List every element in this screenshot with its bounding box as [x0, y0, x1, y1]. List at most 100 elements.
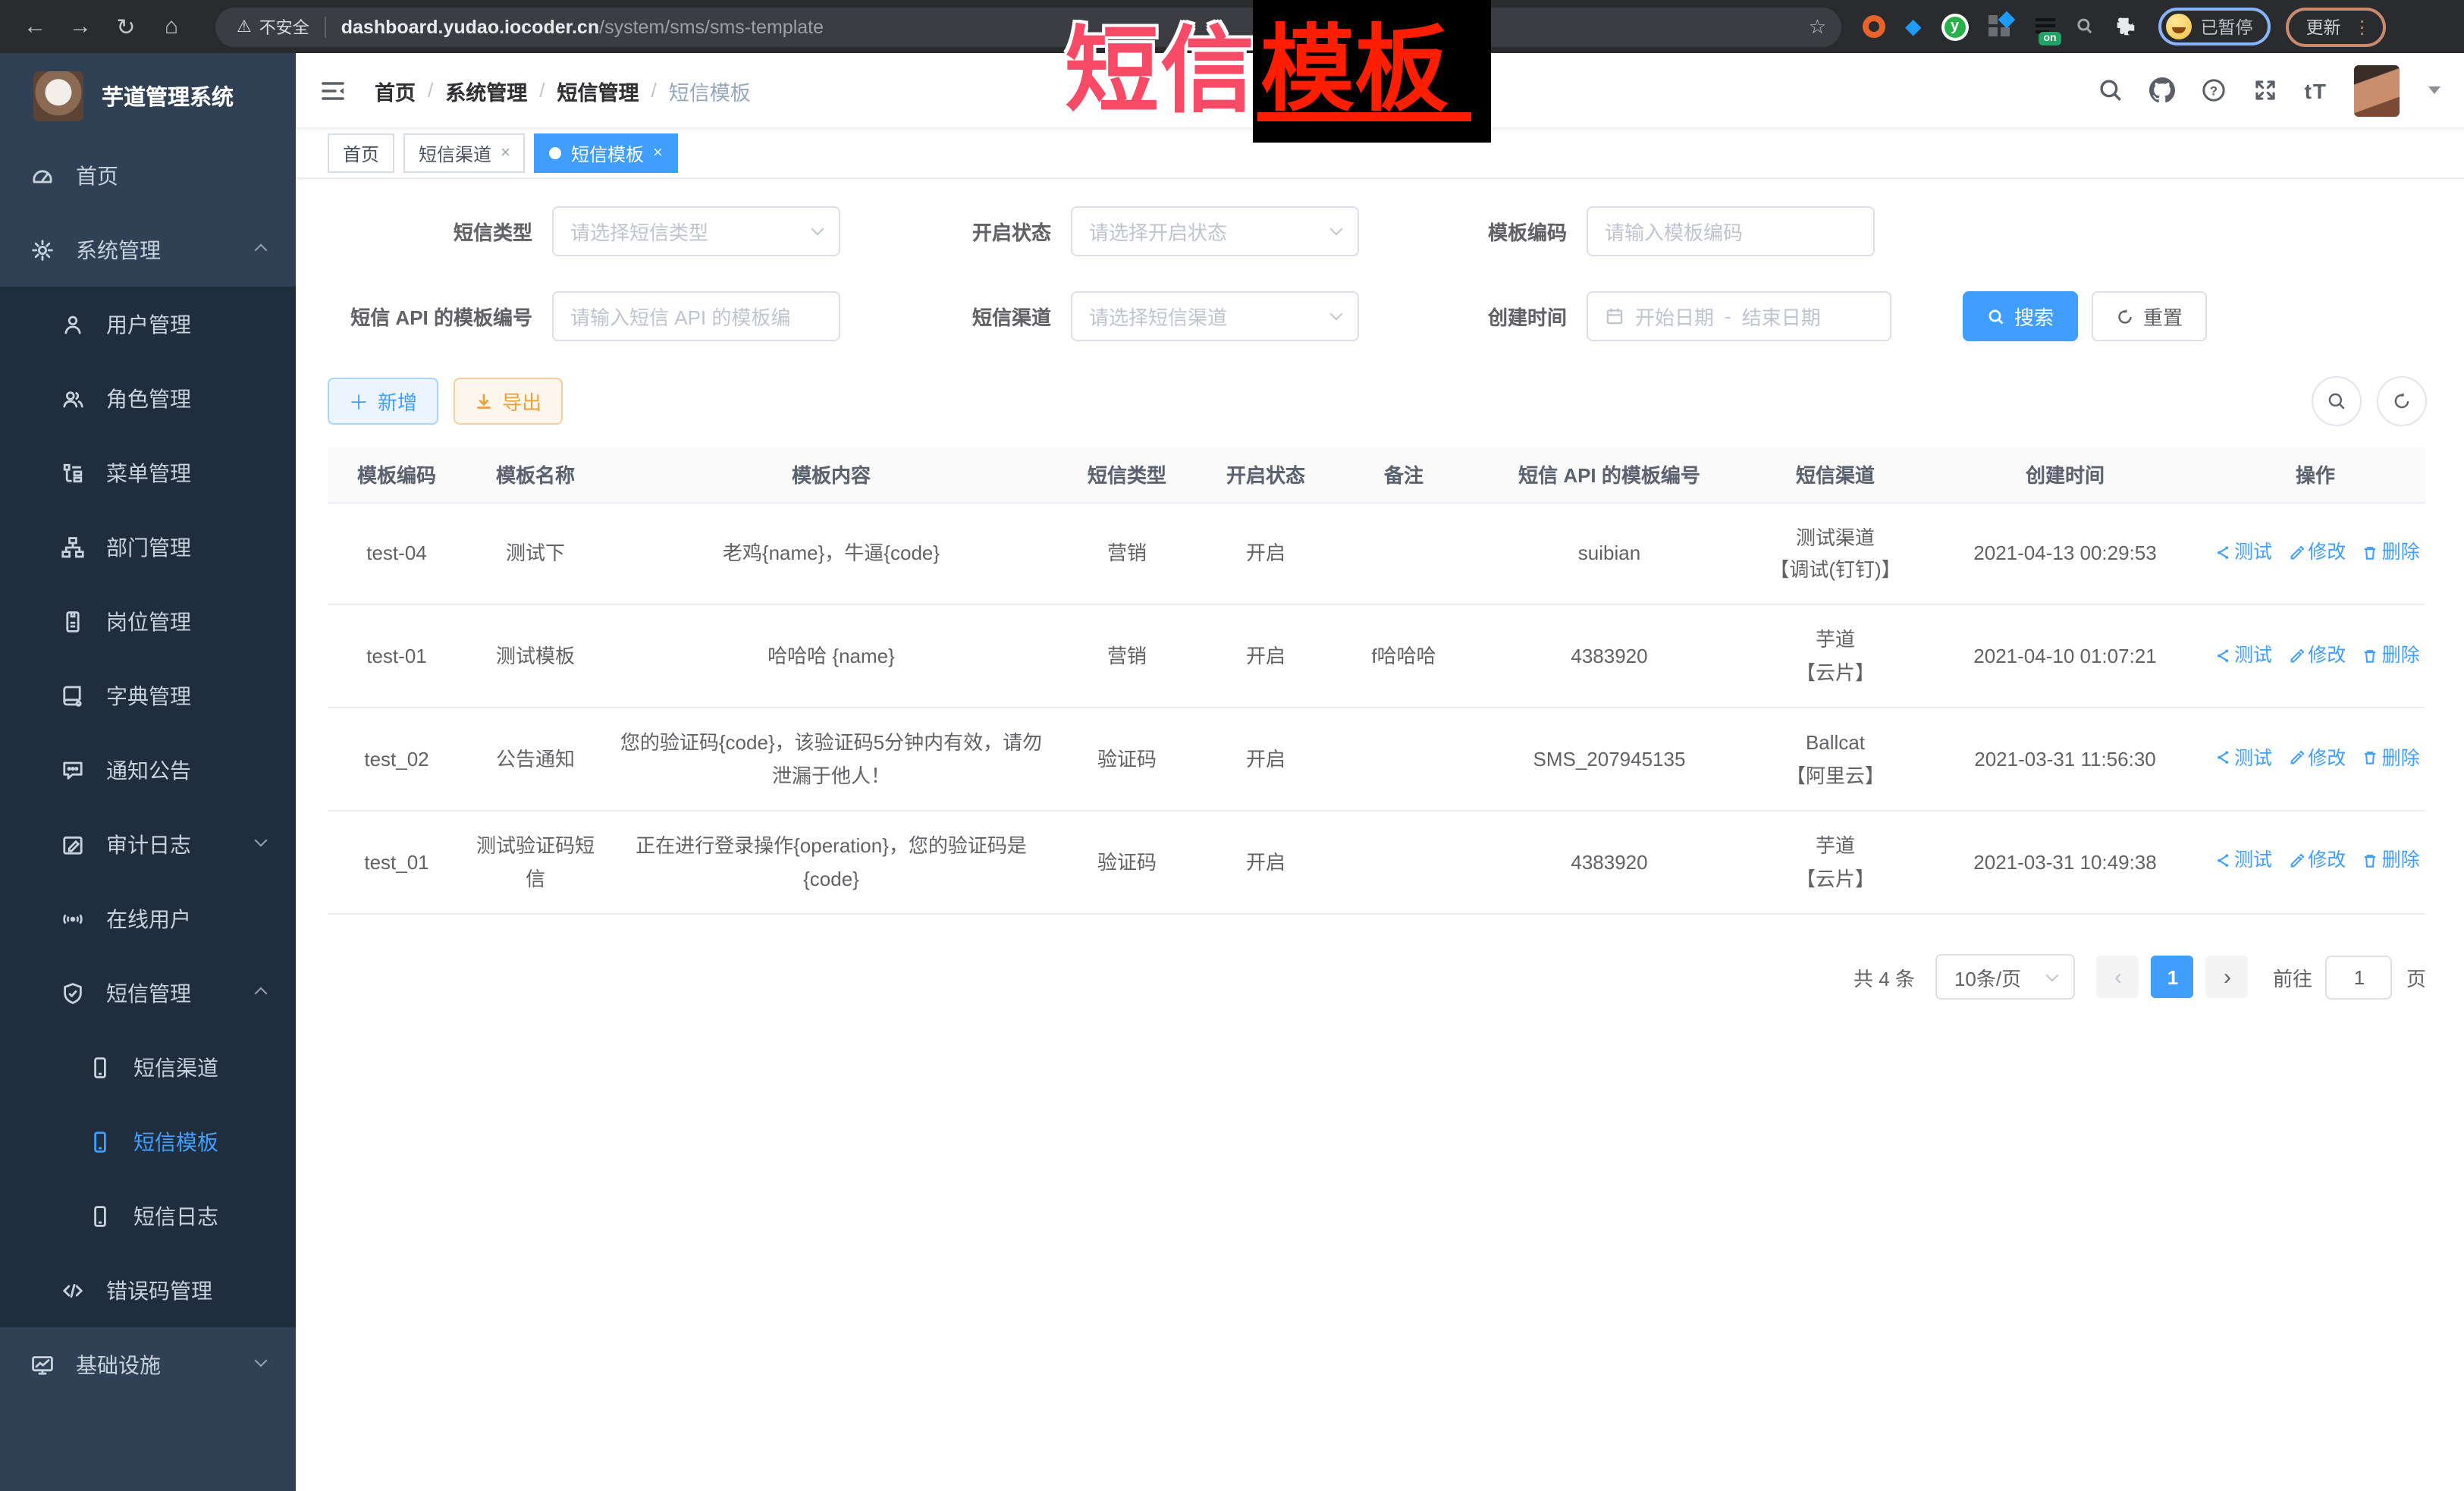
refresh-table-button[interactable] — [2376, 376, 2426, 426]
sidebar-item-notices[interactable]: 通知公告 — [0, 733, 296, 807]
extension-gem-icon[interactable]: ◆ — [1905, 14, 1922, 39]
add-button[interactable]: ＋ 新增 — [328, 378, 438, 425]
browser-back-icon[interactable]: ← — [12, 14, 58, 39]
test-link[interactable]: 测试 — [2214, 639, 2272, 670]
address-bar[interactable]: ⚠ 不安全 dashboard.yudao.iocoder.cn/system/… — [215, 7, 1841, 46]
avatar-caret-icon[interactable] — [2428, 86, 2440, 94]
browser-update-chip[interactable]: 更新 ⋮ — [2287, 7, 2387, 46]
tag-sms-template[interactable]: 短信模板 × — [535, 133, 678, 173]
sidebar-item-error-codes[interactable]: 错误码管理 — [0, 1253, 296, 1327]
sidebar-collapse-icon[interactable] — [320, 78, 347, 102]
extension-ring-icon[interactable] — [1863, 15, 1885, 38]
goto-page-input[interactable]: 1 — [2326, 955, 2393, 999]
edit-link[interactable]: 修改 — [2288, 639, 2346, 670]
sidebar-item-departments[interactable]: 部门管理 — [0, 510, 296, 584]
github-icon[interactable] — [2150, 77, 2176, 103]
close-icon[interactable]: × — [501, 144, 510, 162]
sidebar-item-sms-log[interactable]: 短信日志 — [0, 1179, 296, 1253]
search-button[interactable]: 搜索 — [1963, 291, 2078, 341]
sidebar-item-label: 基础设施 — [76, 1349, 161, 1380]
sidebar-item-home[interactable]: 首页 — [0, 138, 296, 212]
browser-home-icon[interactable]: ⌂ — [149, 14, 194, 39]
page-size-select[interactable]: 10条/页 — [1936, 954, 2076, 1000]
table-row: test_02 公告通知 您的验证码{code}，该验证码5分钟内有效，请勿泄漏… — [328, 708, 2425, 811]
breadcrumb-item[interactable]: 系统管理 — [445, 75, 527, 105]
sidebar-item-label: 字典管理 — [106, 680, 191, 711]
breadcrumb-item[interactable]: 首页 — [375, 75, 416, 105]
sidebar-item-dictionary[interactable]: 字典管理 — [0, 658, 296, 733]
cell-content: 您的验证码{code}，该验证码5分钟内有效，请勿泄漏于他人！ — [605, 708, 1057, 811]
extensions-puzzle-icon[interactable] — [2114, 15, 2137, 38]
tag-home[interactable]: 首页 — [328, 133, 394, 173]
sidebar-item-sms-channel[interactable]: 短信渠道 — [0, 1030, 296, 1104]
browser-forward-icon[interactable]: → — [58, 14, 103, 39]
browser-profile-chip[interactable]: 已暂停 — [2158, 8, 2271, 46]
fullscreen-icon[interactable] — [2253, 77, 2279, 103]
delete-link[interactable]: 删除 — [2362, 639, 2420, 670]
channel-select[interactable]: 请选择短信渠道 — [1071, 291, 1359, 341]
security-label: 不安全 — [259, 14, 309, 39]
sidebar-logo[interactable]: 芋道管理系统 — [0, 53, 296, 138]
col-header: 模板编码 — [328, 447, 466, 502]
date-range-picker[interactable]: 开始日期 - 结束日期 — [1587, 291, 1891, 341]
tag-sms-channel[interactable]: 短信渠道 × — [403, 133, 526, 173]
extension-blocks-icon[interactable] — [1988, 15, 2011, 38]
filter-label-template-code: 模板编码 — [1359, 217, 1587, 246]
reset-button[interactable]: 重置 — [2092, 291, 2207, 341]
sidebar-item-menus[interactable]: 菜单管理 — [0, 435, 296, 510]
sidebar-item-posts[interactable]: 岗位管理 — [0, 584, 296, 658]
delete-link[interactable]: 删除 — [2362, 537, 2420, 568]
sidebar-item-sms-template[interactable]: 短信模板 — [0, 1104, 296, 1179]
bookmark-star-icon[interactable]: ☆ — [1809, 14, 1826, 39]
edit-link[interactable]: 修改 — [2288, 846, 2346, 877]
browser-reload-icon[interactable]: ↻ — [103, 13, 149, 40]
filter-label-channel: 短信渠道 — [840, 302, 1071, 331]
template-code-input[interactable]: 请输入模板编码 — [1587, 206, 1875, 256]
col-header: 备注 — [1335, 447, 1473, 502]
cell-api-id: 4383920 — [1473, 605, 1746, 708]
cell-created: 2021-03-31 11:56:30 — [1925, 708, 2205, 811]
sidebar-item-infrastructure[interactable]: 基础设施 — [0, 1327, 296, 1402]
delete-link[interactable]: 删除 — [2362, 846, 2420, 877]
current-page-button[interactable]: 1 — [2152, 956, 2194, 998]
user-avatar[interactable] — [2353, 64, 2399, 116]
toggle-search-button[interactable] — [2311, 376, 2361, 426]
close-icon[interactable]: × — [653, 144, 663, 162]
edit-label: 修改 — [2308, 846, 2346, 877]
sidebar-item-online-users[interactable]: 在线用户 — [0, 881, 296, 956]
cell-api-id: SMS_207945135 — [1473, 708, 1746, 811]
extension-list-icon[interactable]: on — [2031, 16, 2055, 37]
pagination: 共 4 条 10条/页 ‹ 1 › 前往 1 页 — [328, 915, 2464, 1000]
extension-y-icon[interactable]: y — [1941, 13, 1969, 40]
breadcrumb-item[interactable]: 短信管理 — [557, 75, 639, 105]
extension-magnifier-icon[interactable] — [2075, 17, 2095, 36]
test-link[interactable]: 测试 — [2214, 846, 2272, 877]
test-link[interactable]: 测试 — [2214, 537, 2272, 568]
help-icon[interactable]: ? — [2202, 77, 2227, 103]
api-template-id-input[interactable]: 请输入短信 API 的模板编 — [552, 291, 840, 341]
sidebar-item-system[interactable]: 系统管理 — [0, 212, 296, 287]
edit-link[interactable]: 修改 — [2288, 742, 2346, 774]
cell-api-id: 4383920 — [1473, 811, 1746, 914]
sidebar-item-users[interactable]: 用户管理 — [0, 287, 296, 361]
test-link[interactable]: 测试 — [2214, 742, 2272, 774]
delete-label: 删除 — [2382, 846, 2420, 877]
status-select[interactable]: 请选择开启状态 — [1071, 206, 1359, 256]
font-size-icon[interactable]: tT — [2305, 78, 2327, 102]
sidebar-item-audit-log[interactable]: 审计日志 — [0, 807, 296, 881]
sidebar-item-roles[interactable]: 角色管理 — [0, 361, 296, 435]
search-icon[interactable] — [2098, 77, 2124, 103]
page-content: 短信类型 请选择短信类型 开启状态 请选择开启状态 模板编码 请输入模板编码 — [296, 179, 2464, 1000]
share-icon — [2214, 647, 2231, 664]
edit-link[interactable]: 修改 — [2288, 537, 2346, 568]
security-status[interactable]: ⚠ 不安全 — [237, 14, 309, 39]
delete-link[interactable]: 删除 — [2362, 742, 2420, 774]
export-button[interactable]: 导出 — [454, 378, 563, 425]
table-row: test-01 测试模板 哈哈哈 {name} 营销 开启 f哈哈哈 43839… — [328, 605, 2425, 708]
channel-code: 【云片】 — [1755, 862, 1916, 895]
sidebar-item-sms[interactable]: 短信管理 — [0, 956, 296, 1030]
kebab-menu-icon[interactable]: ⋮ — [2353, 16, 2371, 37]
sms-type-select[interactable]: 请选择短信类型 — [552, 206, 840, 256]
prev-page-button[interactable]: ‹ — [2097, 956, 2139, 998]
next-page-button[interactable]: › — [2206, 956, 2249, 998]
